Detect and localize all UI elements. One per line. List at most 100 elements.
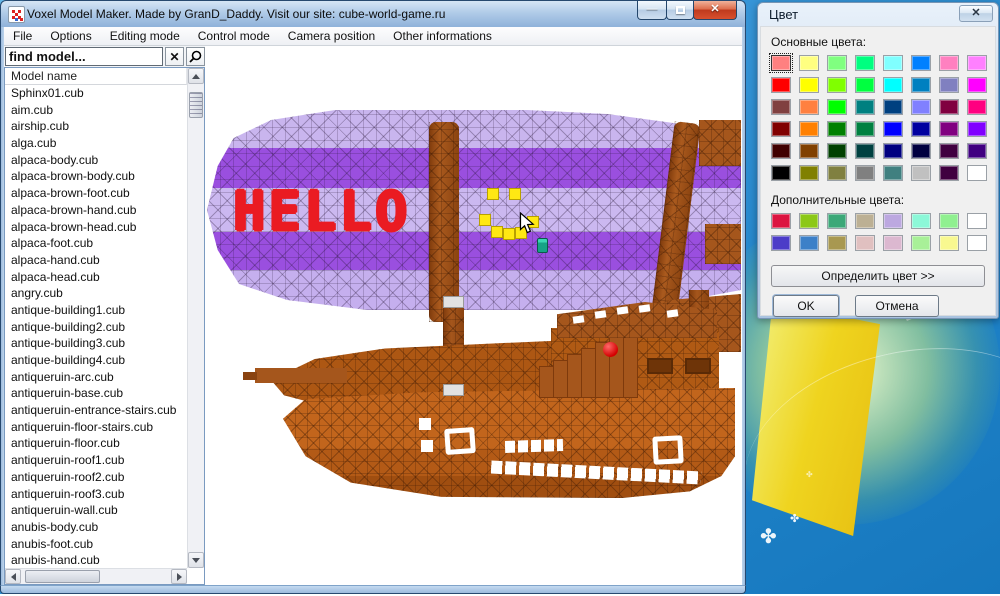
- basic-color-swatch[interactable]: [855, 143, 875, 159]
- list-item[interactable]: alga.cub: [5, 135, 187, 152]
- basic-color-swatch[interactable]: [827, 99, 847, 115]
- list-item[interactable]: antiqueruin-base.cub: [5, 385, 187, 402]
- list-item[interactable]: alpaca-head.cub: [5, 269, 187, 286]
- custom-color-swatch[interactable]: [939, 235, 959, 251]
- list-item[interactable]: antique-building3.cub: [5, 335, 187, 352]
- basic-color-swatch[interactable]: [855, 99, 875, 115]
- basic-color-swatch[interactable]: [883, 55, 903, 71]
- list-item[interactable]: alpaca-body.cub: [5, 152, 187, 169]
- list-item[interactable]: alpaca-brown-hand.cub: [5, 202, 187, 219]
- basic-color-swatch[interactable]: [799, 165, 819, 181]
- horizontal-scrollbar[interactable]: [5, 568, 187, 584]
- custom-color-swatch[interactable]: [883, 235, 903, 251]
- basic-color-swatch[interactable]: [771, 55, 791, 71]
- basic-color-swatch[interactable]: [883, 143, 903, 159]
- minimize-button[interactable]: —: [637, 1, 667, 20]
- basic-color-swatch[interactable]: [855, 121, 875, 137]
- basic-color-swatch[interactable]: [939, 77, 959, 93]
- list-item[interactable]: alpaca-brown-head.cub: [5, 219, 187, 236]
- list-item[interactable]: antiqueruin-roof1.cub: [5, 452, 187, 469]
- list-item[interactable]: antiqueruin-floor-stairs.cub: [5, 419, 187, 436]
- basic-color-swatch[interactable]: [883, 99, 903, 115]
- dialog-close-button[interactable]: ✕: [959, 5, 993, 22]
- list-item[interactable]: antiqueruin-entrance-stairs.cub: [5, 402, 187, 419]
- custom-color-swatch[interactable]: [911, 235, 931, 251]
- basic-color-swatch[interactable]: [855, 165, 875, 181]
- basic-color-swatch[interactable]: [967, 143, 987, 159]
- menu-item-other-informations[interactable]: Other informations: [384, 27, 501, 45]
- basic-color-swatch[interactable]: [771, 143, 791, 159]
- basic-color-swatch[interactable]: [771, 99, 791, 115]
- search-input[interactable]: [5, 47, 163, 66]
- basic-color-swatch[interactable]: [967, 55, 987, 71]
- list-item[interactable]: antique-building2.cub: [5, 319, 187, 336]
- title-bar[interactable]: Voxel Model Maker. Made by GranD_Daddy. …: [0, 0, 746, 27]
- menu-item-camera-position[interactable]: Camera position: [279, 27, 384, 45]
- basic-color-swatch[interactable]: [939, 143, 959, 159]
- cancel-button[interactable]: Отмена: [855, 295, 939, 317]
- custom-color-swatch[interactable]: [799, 235, 819, 251]
- basic-color-swatch[interactable]: [799, 121, 819, 137]
- scroll-right-button[interactable]: [171, 569, 187, 584]
- list-item[interactable]: alpaca-foot.cub: [5, 235, 187, 252]
- close-button[interactable]: ✕: [693, 1, 737, 20]
- custom-color-swatch[interactable]: [967, 213, 987, 229]
- basic-color-swatch[interactable]: [911, 121, 931, 137]
- basic-color-swatch[interactable]: [799, 55, 819, 71]
- list-item[interactable]: anubis-hand.cub: [5, 552, 187, 568]
- basic-color-swatch[interactable]: [939, 55, 959, 71]
- basic-color-swatch[interactable]: [911, 143, 931, 159]
- menu-item-file[interactable]: File: [4, 27, 41, 45]
- basic-color-swatch[interactable]: [799, 99, 819, 115]
- basic-color-swatch[interactable]: [939, 121, 959, 137]
- maximize-button[interactable]: [666, 1, 694, 20]
- list-item[interactable]: antiqueruin-floor.cub: [5, 435, 187, 452]
- custom-color-swatch[interactable]: [883, 213, 903, 229]
- list-item[interactable]: anubis-foot.cub: [5, 536, 187, 553]
- menu-item-options[interactable]: Options: [41, 27, 100, 45]
- list-item[interactable]: alpaca-brown-foot.cub: [5, 185, 187, 202]
- menu-item-control-mode[interactable]: Control mode: [189, 27, 279, 45]
- custom-color-swatch[interactable]: [771, 213, 791, 229]
- list-item[interactable]: antiqueruin-wall.cub: [5, 502, 187, 519]
- basic-color-swatch[interactable]: [883, 121, 903, 137]
- basic-color-swatch[interactable]: [827, 55, 847, 71]
- viewport-3d[interactable]: HELLO: [205, 46, 742, 585]
- basic-color-swatch[interactable]: [911, 99, 931, 115]
- list-item[interactable]: alpaca-hand.cub: [5, 252, 187, 269]
- list-item[interactable]: alpaca-brown-body.cub: [5, 168, 187, 185]
- list-item[interactable]: antiqueruin-roof3.cub: [5, 486, 187, 503]
- custom-color-swatch[interactable]: [855, 235, 875, 251]
- custom-color-swatch[interactable]: [827, 213, 847, 229]
- scroll-left-button[interactable]: [5, 569, 21, 584]
- custom-color-swatch[interactable]: [939, 213, 959, 229]
- basic-color-swatch[interactable]: [883, 165, 903, 181]
- basic-color-swatch[interactable]: [827, 121, 847, 137]
- basic-color-swatch[interactable]: [855, 77, 875, 93]
- basic-color-swatch[interactable]: [771, 77, 791, 93]
- basic-color-swatch[interactable]: [967, 165, 987, 181]
- list-item[interactable]: Sphinx01.cub: [5, 85, 187, 102]
- basic-color-swatch[interactable]: [771, 121, 791, 137]
- basic-color-swatch[interactable]: [855, 55, 875, 71]
- vertical-scroll-thumb[interactable]: [189, 92, 203, 118]
- list-item[interactable]: aim.cub: [5, 102, 187, 119]
- custom-color-swatch[interactable]: [855, 213, 875, 229]
- list-column-header[interactable]: Model name: [5, 68, 187, 85]
- basic-color-swatch[interactable]: [939, 99, 959, 115]
- vertical-scrollbar[interactable]: [187, 68, 204, 568]
- custom-color-swatch[interactable]: [967, 235, 987, 251]
- list-item[interactable]: angry.cub: [5, 285, 187, 302]
- custom-color-swatch[interactable]: [911, 213, 931, 229]
- ok-button[interactable]: OK: [773, 295, 839, 317]
- search-button[interactable]: [186, 47, 205, 66]
- basic-color-swatch[interactable]: [911, 165, 931, 181]
- basic-color-swatch[interactable]: [827, 77, 847, 93]
- basic-color-swatch[interactable]: [911, 77, 931, 93]
- list-item[interactable]: antique-building4.cub: [5, 352, 187, 369]
- basic-color-swatch[interactable]: [799, 77, 819, 93]
- scroll-down-button[interactable]: [188, 552, 204, 568]
- search-clear-button[interactable]: ✕: [165, 47, 184, 66]
- basic-color-swatch[interactable]: [799, 143, 819, 159]
- list-item[interactable]: antique-building1.cub: [5, 302, 187, 319]
